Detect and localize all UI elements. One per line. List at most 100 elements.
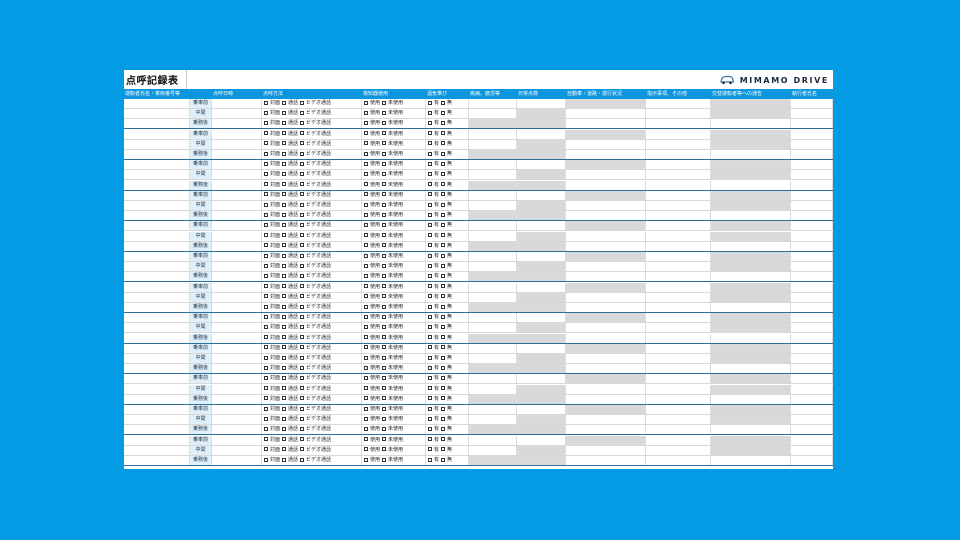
cell-datetime[interactable]	[212, 374, 262, 384]
method-option[interactable]: ビデオ通話	[300, 120, 331, 126]
cell-daily[interactable]	[517, 354, 566, 363]
cell-exec[interactable]	[791, 282, 833, 292]
method-option[interactable]: 対面	[264, 416, 280, 422]
checkbox[interactable]	[300, 345, 305, 350]
checkbox[interactable]	[282, 212, 287, 217]
alcohol-option[interactable]: 有	[428, 304, 439, 310]
detector-option[interactable]: 未使用	[382, 233, 403, 239]
cell-detector[interactable]: 使用 未使用	[362, 425, 426, 435]
cell-instr[interactable]	[646, 252, 711, 261]
cell-exec[interactable]	[791, 119, 833, 129]
method-option[interactable]: ビデオ通話	[300, 284, 331, 290]
cell-road[interactable]	[566, 313, 646, 323]
cell-daily[interactable]	[517, 241, 566, 251]
checkbox[interactable]	[382, 457, 387, 462]
method-option[interactable]: 対面	[264, 406, 280, 412]
cell-handover[interactable]	[711, 354, 791, 363]
checkbox[interactable]	[428, 294, 432, 299]
checkbox[interactable]	[441, 212, 446, 217]
method-option[interactable]: 対面	[264, 457, 280, 463]
cell-driver[interactable]	[124, 99, 190, 108]
cell-road[interactable]	[566, 354, 646, 363]
checkbox[interactable]	[364, 100, 368, 105]
cell-illness[interactable]	[469, 364, 517, 374]
checkbox[interactable]	[364, 294, 368, 299]
cell-handover[interactable]	[711, 374, 791, 384]
cell-detector[interactable]: 使用 未使用	[362, 262, 426, 272]
detector-option[interactable]: 未使用	[382, 171, 403, 177]
cell-instr[interactable]	[646, 129, 711, 139]
checkbox[interactable]	[428, 161, 432, 166]
method-option[interactable]: 対面	[264, 324, 280, 330]
cell-daily[interactable]	[517, 129, 566, 139]
cell-datetime[interactable]	[212, 354, 262, 363]
alcohol-option[interactable]: 無	[441, 426, 452, 432]
cell-alcohol[interactable]: 有無	[426, 252, 469, 261]
checkbox[interactable]	[428, 365, 432, 370]
cell-handover[interactable]	[711, 323, 791, 333]
cell-handover[interactable]	[711, 405, 791, 414]
cell-method[interactable]: 対面 通話 ビデオ通話	[262, 170, 362, 180]
method-option[interactable]: 対面	[264, 437, 280, 443]
cell-driver[interactable]	[124, 272, 190, 282]
method-option[interactable]: 通話	[282, 375, 298, 381]
method-option[interactable]: 対面	[264, 212, 280, 218]
checkbox[interactable]	[441, 151, 446, 156]
detector-option[interactable]: 未使用	[382, 437, 403, 443]
cell-exec[interactable]	[791, 456, 833, 465]
cell-handover[interactable]	[711, 99, 791, 108]
method-option[interactable]: 通話	[282, 406, 298, 412]
checkbox[interactable]	[282, 355, 287, 360]
checkbox[interactable]	[282, 120, 287, 125]
cell-illness[interactable]	[469, 303, 517, 312]
cell-exec[interactable]	[791, 252, 833, 261]
method-option[interactable]: 対面	[264, 131, 280, 137]
alcohol-option[interactable]: 無	[441, 120, 452, 126]
alcohol-option[interactable]: 無	[441, 110, 452, 116]
checkbox[interactable]	[264, 253, 268, 258]
checkbox[interactable]	[441, 335, 446, 340]
cell-datetime[interactable]	[212, 405, 262, 414]
alcohol-option[interactable]: 無	[441, 212, 452, 218]
cell-instr[interactable]	[646, 445, 711, 455]
cell-driver[interactable]	[124, 405, 190, 414]
cell-road[interactable]	[566, 343, 646, 353]
checkbox[interactable]	[382, 131, 387, 136]
alcohol-option[interactable]: 有	[428, 386, 439, 392]
cell-handover[interactable]	[711, 425, 791, 435]
alcohol-option[interactable]: 有	[428, 263, 439, 269]
checkbox[interactable]	[364, 192, 368, 197]
checkbox[interactable]	[264, 110, 268, 115]
cell-method[interactable]: 対面 通話 ビデオ通話	[262, 405, 362, 414]
cell-instr[interactable]	[646, 333, 711, 343]
checkbox[interactable]	[364, 131, 368, 136]
alcohol-option[interactable]: 無	[441, 141, 452, 147]
cell-detector[interactable]: 使用 未使用	[362, 119, 426, 129]
detector-option[interactable]: 使用	[364, 253, 380, 259]
checkbox[interactable]	[428, 386, 432, 391]
cell-road[interactable]	[566, 272, 646, 282]
cell-instr[interactable]	[646, 139, 711, 149]
cell-method[interactable]: 対面 通話 ビデオ通話	[262, 425, 362, 435]
checkbox[interactable]	[428, 171, 432, 176]
detector-option[interactable]: 未使用	[382, 447, 403, 453]
checkbox[interactable]	[300, 192, 305, 197]
checkbox[interactable]	[364, 304, 368, 309]
cell-driver[interactable]	[124, 231, 190, 241]
cell-driver[interactable]	[124, 456, 190, 465]
method-option[interactable]: ビデオ通話	[300, 263, 331, 269]
cell-detector[interactable]: 使用 未使用	[362, 445, 426, 455]
checkbox[interactable]	[264, 182, 268, 187]
cell-alcohol[interactable]: 有無	[426, 109, 469, 119]
cell-detector[interactable]: 使用 未使用	[362, 374, 426, 384]
checkbox[interactable]	[300, 243, 305, 248]
cell-daily[interactable]	[517, 323, 566, 333]
checkbox[interactable]	[428, 273, 432, 278]
method-option[interactable]: 対面	[264, 100, 280, 106]
cell-driver[interactable]	[124, 415, 190, 425]
cell-method[interactable]: 対面 通話 ビデオ通話	[262, 109, 362, 119]
detector-option[interactable]: 使用	[364, 447, 380, 453]
cell-detector[interactable]: 使用 未使用	[362, 343, 426, 353]
cell-instr[interactable]	[646, 160, 711, 170]
checkbox[interactable]	[300, 314, 305, 319]
